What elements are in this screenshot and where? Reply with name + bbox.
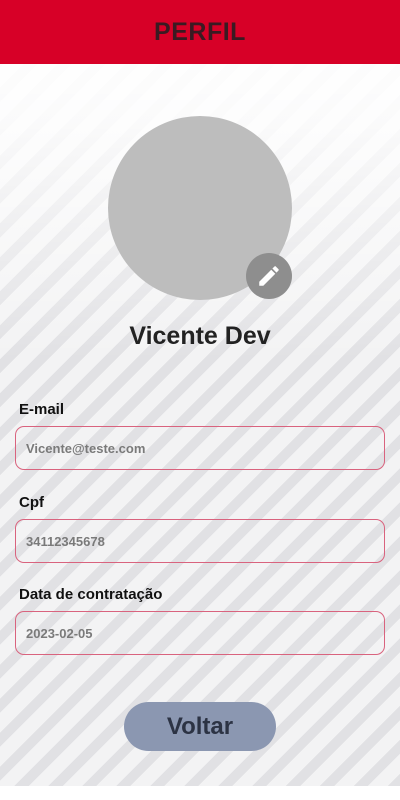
profile-screen: PERFIL Vicente Dev E-mail Cpf Data de co… bbox=[0, 0, 400, 786]
edit-avatar-button[interactable] bbox=[246, 253, 292, 299]
page-title: PERFIL bbox=[154, 17, 246, 46]
cpf-label: Cpf bbox=[19, 494, 44, 511]
app-header: PERFIL bbox=[0, 0, 400, 64]
back-button[interactable]: Voltar bbox=[124, 702, 276, 751]
hire-date-label: Data de contratação bbox=[19, 586, 163, 603]
pencil-icon bbox=[259, 266, 279, 286]
cpf-field[interactable] bbox=[15, 519, 385, 563]
user-name: Vicente Dev bbox=[129, 322, 271, 350]
email-field[interactable] bbox=[15, 426, 385, 470]
email-label: E-mail bbox=[19, 401, 65, 418]
hire-date-field[interactable] bbox=[15, 611, 385, 655]
